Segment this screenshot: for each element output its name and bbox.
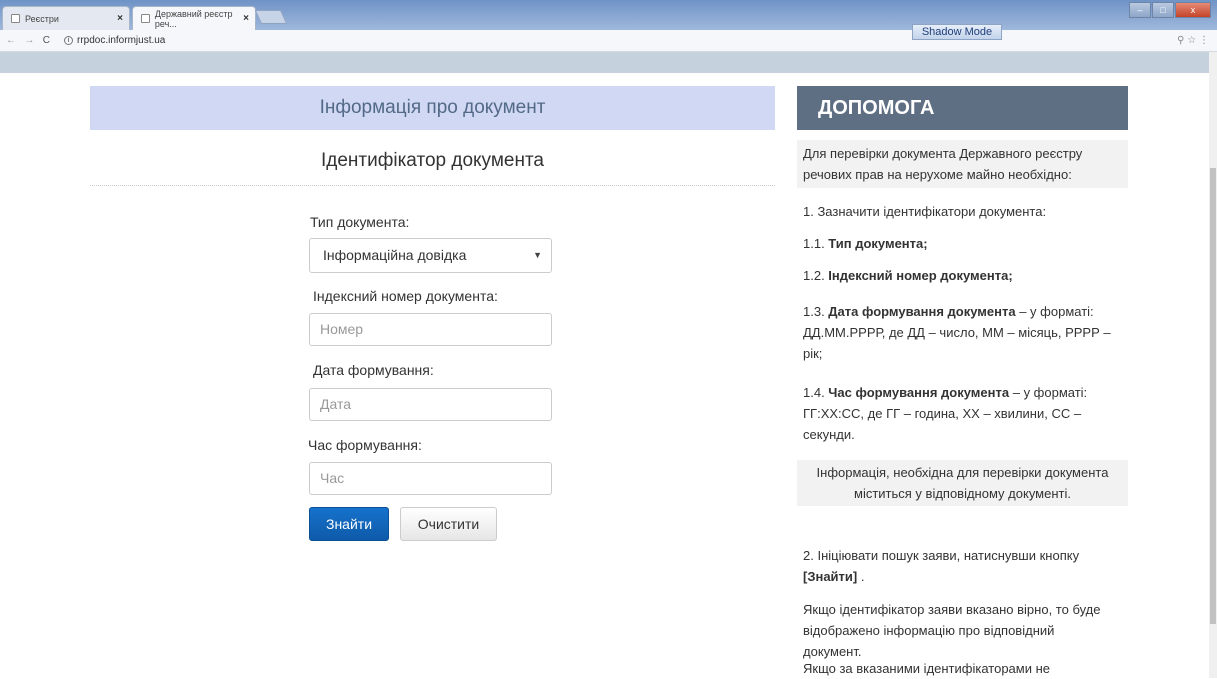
doc-type-label: Тип документа:	[310, 214, 410, 230]
forward-arrow-icon[interactable]: →	[24, 35, 34, 46]
help-intro: Для перевірки документа Державного реєст…	[797, 140, 1128, 188]
address-bar[interactable]: i rrpdoc.informjust.ua	[64, 35, 165, 46]
date-label: Дата формування:	[313, 362, 434, 378]
help-note: Інформація, необхідна для перевірки доку…	[797, 460, 1128, 506]
help-step-1-1: 1.1. Тип документа;	[803, 236, 928, 251]
page-top-strip	[0, 52, 1217, 73]
tab-label: Державний реєстр реч...	[154, 8, 233, 29]
time-label: Час формування:	[308, 437, 422, 453]
help-step-1-3: 1.3. Дата формування документа – у форма…	[803, 304, 1111, 361]
browser-tab-registries[interactable]: Реєстри ×	[2, 6, 130, 30]
chevron-down-icon: ▼	[533, 250, 542, 260]
zoom-icon[interactable]: ⚲	[1177, 35, 1184, 46]
page-icon	[141, 14, 150, 23]
new-tab-button[interactable]	[254, 10, 288, 24]
help-step-1-2: 1.2. Індексний номер документа;	[803, 268, 1013, 283]
help-step1: 1. Зазначити ідентифікатори документа:	[803, 204, 1047, 219]
menu-icon[interactable]: ⋮	[1199, 35, 1209, 46]
time-input[interactable]: Час	[309, 462, 552, 495]
vertical-scrollbar[interactable]	[1209, 52, 1217, 678]
info-icon[interactable]: i	[64, 36, 73, 45]
index-number-input[interactable]: Номер	[309, 313, 552, 346]
shadow-mode-button[interactable]: Shadow Mode	[912, 24, 1002, 40]
doc-type-value: Інформаційна довідка	[323, 247, 467, 263]
minimize-button[interactable]: –	[1129, 2, 1151, 18]
reload-icon[interactable]: C	[43, 35, 50, 46]
browser-tab-state-register[interactable]: Державний реєстр реч... ×	[132, 6, 256, 30]
url-text: rrpdoc.informjust.ua	[77, 35, 166, 46]
maximize-button[interactable]: □	[1152, 2, 1174, 18]
back-arrow-icon[interactable]: ←	[6, 35, 16, 46]
nav-buttons: ← → C	[6, 35, 50, 46]
window-controls: – □ x	[1128, 2, 1211, 18]
help-step2: 2. Ініціювати пошук заяви, натиснувши кн…	[803, 548, 1080, 584]
close-icon[interactable]: ×	[243, 13, 249, 24]
help-incorrect-paragraph: Якщо за вказаними ідентифікаторами не	[803, 661, 1050, 676]
browser-toolbar: ← → C i rrpdoc.informjust.ua ⚲ ☆ ⋮	[0, 30, 1217, 52]
page-icon	[11, 14, 20, 23]
help-step-1-4: 1.4. Час формування документа – у формат…	[803, 385, 1088, 442]
clear-button[interactable]: Очистити	[400, 507, 497, 541]
find-button[interactable]: Знайти	[309, 507, 389, 541]
star-icon[interactable]: ☆	[1187, 35, 1196, 46]
window-close-button[interactable]: x	[1175, 2, 1211, 18]
date-input[interactable]: Дата	[309, 388, 552, 421]
scrollbar-thumb[interactable]	[1210, 168, 1216, 624]
help-header: ДОПОМОГА	[797, 86, 1128, 130]
index-number-label: Індексний номер документа:	[313, 288, 498, 304]
document-info-header: Інформація про документ	[90, 86, 775, 130]
doc-type-select[interactable]: Інформаційна довідка ▼	[309, 238, 552, 273]
help-correct-paragraph: Якщо ідентифікатор заяви вказано вірно, …	[803, 602, 1101, 659]
document-identifier-title: Ідентифікатор документа	[90, 150, 775, 186]
toolbar-icons: ⚲ ☆ ⋮	[1177, 35, 1209, 46]
browser-tab-strip: Реєстри × Державний реєстр реч... × – □ …	[0, 0, 1217, 30]
close-icon[interactable]: ×	[117, 13, 123, 24]
tab-label: Реєстри	[25, 13, 59, 24]
